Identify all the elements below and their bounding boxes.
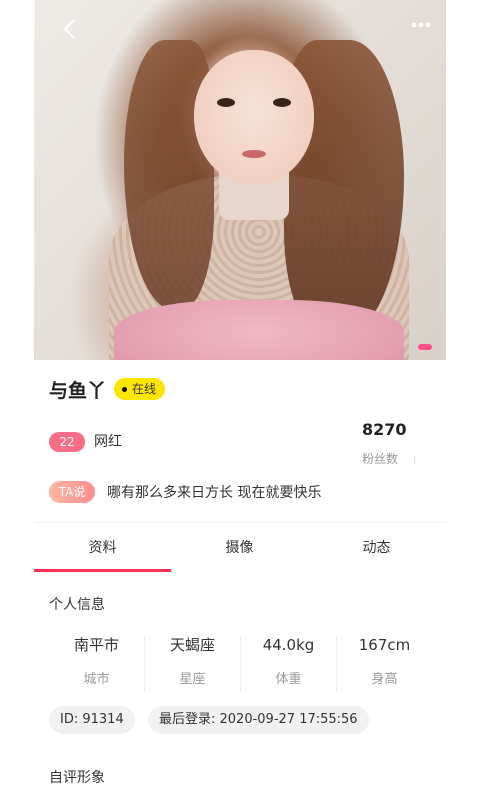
tab-moments[interactable]: 动态 — [308, 536, 445, 560]
chevron-left-icon — [63, 18, 76, 40]
status-dot-icon — [122, 386, 127, 392]
back-button[interactable] — [56, 14, 86, 44]
stat-label: 身高 — [371, 672, 398, 687]
section-title-self-evaluation: 自评形象 — [49, 770, 105, 786]
stat-weight: 44.0kg 体重 — [241, 632, 336, 687]
fans-label: 粉丝数 — [362, 452, 399, 466]
user-id-chip: ID: 91314 — [49, 706, 135, 734]
stat-label: 体重 — [275, 672, 302, 687]
ta-says-text: 哪有那么多来日方长 现在就要快乐 — [107, 485, 322, 501]
online-status-badge: 在线 — [114, 378, 166, 400]
age-badge: 22 — [49, 432, 85, 452]
section-title-personal-info: 个人信息 — [49, 597, 105, 613]
stat-city: 南平市 城市 — [49, 632, 144, 687]
profile-page: 与鱼丫 在线 22 网红 8270 粉丝数 TA说 哪有那么多来日方长 现在就要… — [34, 0, 446, 800]
stat-label: 城市 — [83, 672, 110, 687]
fans-count: 8270 — [362, 420, 407, 439]
stat-value: 南平市 — [73, 636, 119, 654]
status-text: 在线 — [132, 382, 157, 396]
stat-value: 天蝎座 — [169, 636, 215, 654]
ta-says-badge: TA说 — [49, 481, 95, 503]
more-dots-icon — [411, 22, 431, 28]
active-tab-indicator — [34, 569, 171, 572]
stat-value: 167cm — [358, 636, 411, 654]
stat-zodiac: 天蝎座 星座 — [145, 632, 240, 687]
stat-value: 44.0kg — [262, 636, 315, 654]
stat-height: 167cm 身高 — [337, 632, 432, 687]
user-tag: 网红 — [94, 434, 122, 450]
profile-photo[interactable] — [34, 0, 446, 360]
tab-profile[interactable]: 资料 — [34, 536, 171, 560]
carousel-indicator — [418, 344, 432, 350]
more-button[interactable] — [406, 14, 436, 36]
tab-camera[interactable]: 摄像 — [171, 536, 308, 560]
user-name: 与鱼丫 — [49, 380, 107, 402]
stat-label: 星座 — [179, 672, 206, 687]
divider — [414, 456, 415, 464]
divider — [34, 522, 446, 523]
last-login-chip: 最后登录: 2020-09-27 17:55:56 — [148, 706, 369, 734]
